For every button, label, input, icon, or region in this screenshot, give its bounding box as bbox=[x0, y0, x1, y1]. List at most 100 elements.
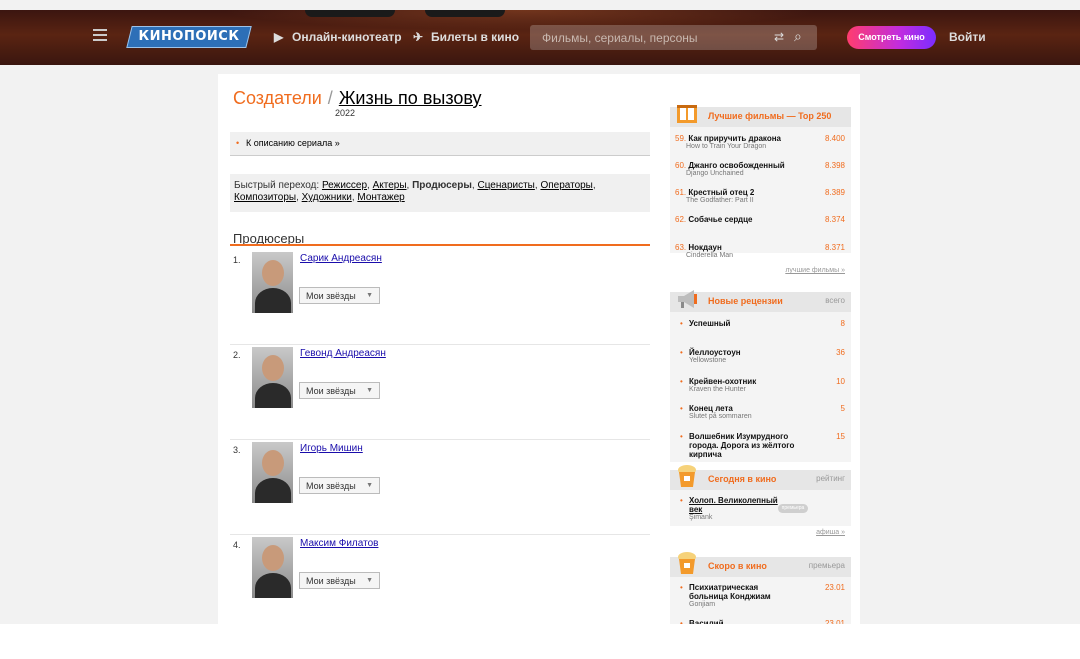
person-number: 2. bbox=[233, 350, 241, 360]
today-movie-title[interactable]: Холоп. Великолепный век bbox=[689, 496, 779, 514]
ticket-icon: ✈ bbox=[413, 30, 424, 44]
quick-link-writers[interactable]: Сценаристы bbox=[477, 180, 534, 191]
nav-online-label: Онлайн-кинотеатр bbox=[292, 30, 402, 44]
bullet-icon: • bbox=[680, 319, 683, 328]
reviews-header: Новые рецензии всего bbox=[670, 290, 851, 312]
movie-rating: 8.389 bbox=[824, 188, 845, 197]
page-title: Создатели / Жизнь по вызову bbox=[233, 88, 482, 109]
back-bar: • К описанию сериала » bbox=[230, 132, 650, 156]
rank: 61. bbox=[675, 188, 687, 197]
series-title-link[interactable]: Жизнь по вызову bbox=[339, 88, 482, 108]
today-block: Сегодня в кино рейтинг • Холоп. Великоле… bbox=[670, 465, 851, 540]
today-rating-label: рейтинг bbox=[816, 474, 845, 483]
bullet-icon: • bbox=[680, 404, 683, 413]
person-number: 4. bbox=[233, 540, 241, 550]
review-original-title: Kraven the Hunter bbox=[689, 386, 746, 393]
dropdown-arrow-icon: ▼ bbox=[366, 387, 373, 394]
person-name-link[interactable]: Гевонд Андреасян bbox=[300, 348, 386, 359]
movie-title[interactable]: Нокдаун bbox=[688, 243, 721, 252]
movie-title[interactable]: Крестный отец 2 bbox=[688, 188, 754, 197]
page-bottom-area bbox=[0, 624, 1080, 659]
review-count: 5 bbox=[840, 404, 845, 413]
review-title[interactable]: Йеллоустоун bbox=[689, 348, 804, 357]
quick-link-actors[interactable]: Актеры bbox=[373, 180, 407, 191]
title-separator: / bbox=[327, 88, 333, 108]
quick-link-director[interactable]: Режиссер bbox=[322, 180, 367, 191]
reviews-list: • Успешный 8 • Йеллоустоун Yellowstone 3… bbox=[670, 312, 851, 462]
dropdown-arrow-icon: ▼ bbox=[366, 482, 373, 489]
movie-original-title: The Godfather: Part II bbox=[686, 197, 754, 204]
top250-title[interactable]: Лучшие фильмы — Top 250 bbox=[708, 111, 831, 121]
soon-title[interactable]: Скоро в кино bbox=[708, 561, 767, 571]
person-photo[interactable] bbox=[252, 252, 293, 313]
my-stars-select[interactable]: Мои звёзды ▼ bbox=[299, 477, 380, 494]
nav-tickets[interactable]: ✈ Билеты в кино bbox=[413, 30, 519, 44]
review-title[interactable]: Конец лета bbox=[689, 404, 804, 413]
my-stars-label: Мои звёзды bbox=[306, 386, 356, 396]
quick-jump-label: Быстрый переход: bbox=[234, 180, 320, 191]
person-name-link[interactable]: Игорь Мишин bbox=[300, 443, 363, 454]
search-placeholder: Фильмы, сериалы, персоны bbox=[542, 31, 698, 45]
my-stars-select[interactable]: Мои звёзды ▼ bbox=[299, 382, 380, 399]
search-input[interactable]: Фильмы, сериалы, персоны ⇄ ⌕ bbox=[530, 25, 817, 50]
popcorn-icon bbox=[678, 552, 696, 574]
best-films-link[interactable]: лучшие фильмы » bbox=[785, 267, 845, 274]
movie-title[interactable]: Как приручить дракона bbox=[688, 134, 781, 143]
review-title[interactable]: Успешный bbox=[689, 319, 804, 328]
person-photo[interactable] bbox=[252, 537, 293, 598]
my-stars-select[interactable]: Мои звёзды ▼ bbox=[299, 287, 380, 304]
reviews-title[interactable]: Новые рецензии bbox=[708, 296, 783, 306]
bullet-icon: • bbox=[680, 432, 683, 441]
review-title[interactable]: Крейвен-охотник bbox=[689, 377, 804, 386]
watch-movies-button[interactable]: Смотреть кино bbox=[847, 26, 936, 49]
quick-link-editor[interactable]: Монтажер bbox=[357, 192, 404, 203]
person-row: 2. Гевонд Андреасян Мои звёзды ▼ bbox=[230, 345, 650, 440]
quick-link-artists[interactable]: Художники bbox=[302, 192, 352, 203]
section-divider bbox=[230, 244, 650, 246]
soon-block: Скоро в кино премьера • Психиатрическая … bbox=[670, 552, 851, 634]
movie-original-title: Cinderella Man bbox=[686, 252, 734, 259]
review-original-title: Yellowstone bbox=[689, 357, 727, 364]
person-photo[interactable] bbox=[252, 347, 293, 408]
soon-movie-original: Gonjiam bbox=[689, 601, 716, 608]
person-name-link[interactable]: Максим Филатов bbox=[300, 538, 378, 549]
logo[interactable]: КИНОПОИСК bbox=[126, 26, 252, 48]
review-title[interactable]: Волшебник Изумрудного города. Дорога из … bbox=[689, 432, 804, 459]
top250-list: 59. Как приручить дракона How to Train Y… bbox=[670, 127, 851, 259]
today-title[interactable]: Сегодня в кино bbox=[708, 474, 776, 484]
my-stars-label: Мои звёзды bbox=[306, 291, 356, 301]
review-count: 8 bbox=[840, 319, 845, 328]
afisha-link[interactable]: афиша » bbox=[816, 529, 845, 536]
soon-movie-title[interactable]: Психиатрическая больница Конджиам bbox=[689, 583, 799, 601]
movie-rating: 8.400 bbox=[824, 134, 845, 143]
movie-title[interactable]: Собачье сердце bbox=[688, 215, 752, 224]
logo-text: КИНОПОИСК bbox=[138, 29, 240, 44]
main-content: Создатели / Жизнь по вызову 2022 • К описа… bbox=[218, 74, 860, 634]
person-name-link[interactable]: Сарик Андреасян bbox=[300, 253, 382, 264]
person-row: 1. Сарик Андреасян Мои звёзды ▼ bbox=[230, 250, 650, 345]
back-to-description-link[interactable]: К описанию сериала » bbox=[246, 138, 340, 148]
filter-icon[interactable]: ⇄ bbox=[774, 30, 784, 44]
bullet-icon: • bbox=[680, 377, 683, 386]
dropdown-arrow-icon: ▼ bbox=[366, 577, 373, 584]
my-stars-select[interactable]: Мои звёзды ▼ bbox=[299, 572, 380, 589]
quick-link-operators[interactable]: Операторы bbox=[540, 180, 592, 191]
movie-title[interactable]: Джанго освобожденный bbox=[688, 161, 784, 170]
rank: 62. bbox=[675, 215, 687, 224]
quick-link-producers: Продюсеры bbox=[412, 180, 472, 191]
menu-icon[interactable] bbox=[93, 29, 107, 41]
rank: 63. bbox=[675, 243, 687, 252]
soon-header: Скоро в кино премьера bbox=[670, 552, 851, 577]
search-icon[interactable]: ⌕ bbox=[794, 28, 802, 45]
header-decoration-shape bbox=[425, 10, 505, 17]
my-stars-label: Мои звёзды bbox=[306, 481, 356, 491]
rank: 60. bbox=[675, 161, 687, 170]
movie-rating: 8.371 bbox=[824, 243, 845, 252]
login-button[interactable]: Войти bbox=[949, 30, 986, 44]
my-stars-label: Мои звёзды bbox=[306, 576, 356, 586]
person-photo[interactable] bbox=[252, 442, 293, 503]
bullet-icon: • bbox=[680, 348, 683, 357]
quick-link-composers[interactable]: Композиторы bbox=[234, 192, 296, 203]
today-movie-original: Şimank bbox=[689, 514, 713, 521]
nav-online-cinema[interactable]: ▶ Онлайн-кинотеатр bbox=[274, 30, 402, 44]
